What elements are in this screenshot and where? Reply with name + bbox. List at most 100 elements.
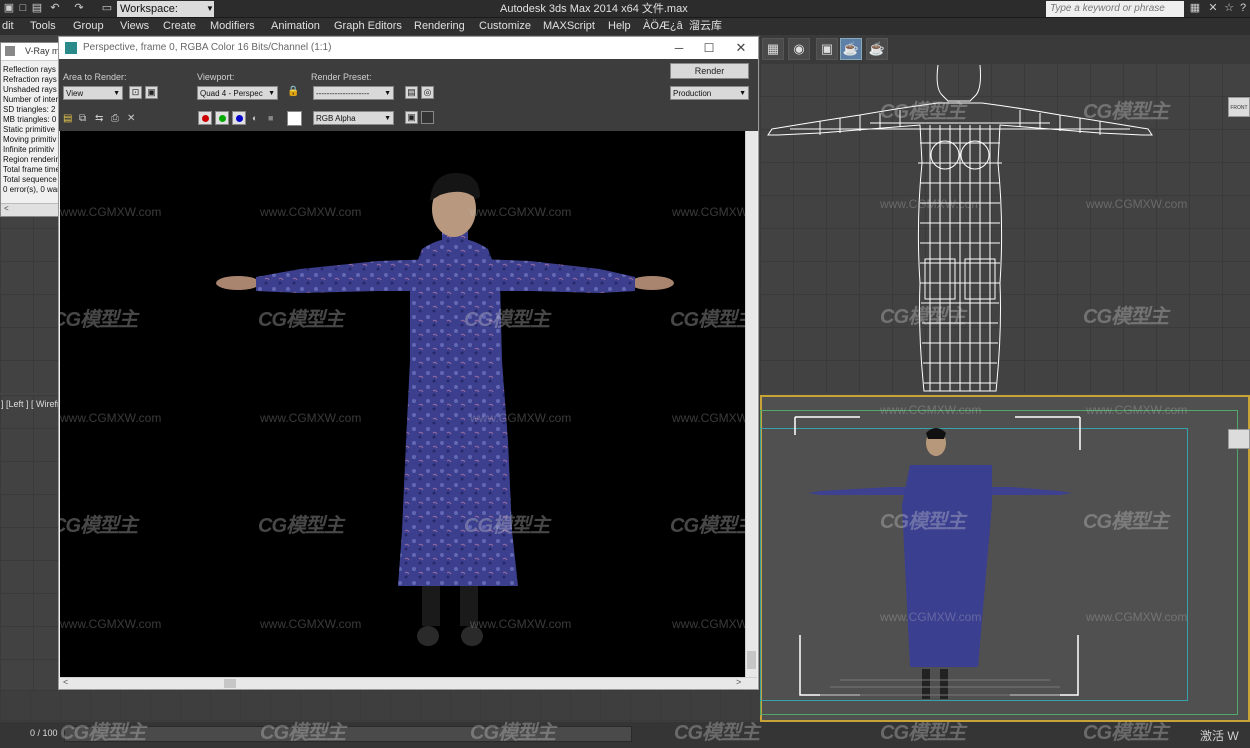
log-line: Region rendering <box>3 155 59 164</box>
watermark-url: www.CGMXW.com <box>1086 197 1188 211</box>
close-icon[interactable]: ✕ <box>731 37 751 59</box>
search-input[interactable]: Type a keyword or phrase <box>1046 1 1184 17</box>
scroll-thumb[interactable] <box>747 651 756 669</box>
help-icon[interactable]: ? <box>1236 2 1250 15</box>
binoculars-icon[interactable]: ▦ <box>1188 2 1202 15</box>
clear-icon[interactable]: ✕ <box>127 113 135 124</box>
redo-icon[interactable]: ↷ <box>72 2 86 15</box>
star-icon[interactable]: ☆ <box>1222 2 1236 15</box>
log-line: Refraction rays <box>3 75 57 84</box>
render-active-icon[interactable]: ☕ <box>866 38 888 60</box>
scroll-right-icon[interactable]: > <box>736 677 741 687</box>
render-setup-icon[interactable]: ▤ <box>405 86 418 99</box>
project-folder-icon[interactable]: ▭ <box>100 2 114 15</box>
workspace-dropdown[interactable]: Workspace: Default <box>117 1 214 31</box>
menu-animation[interactable]: Animation <box>271 20 320 33</box>
menu-edit[interactable]: dit <box>2 20 14 33</box>
green-channel-toggle[interactable] <box>215 111 229 125</box>
watermark-url: www.CGMXW.com <box>260 617 362 631</box>
vray-messages-window[interactable]: V-Ray m Reflection rays Refraction rays … <box>0 42 59 217</box>
viewport-perspective[interactable] <box>760 395 1250 722</box>
watermark-url: www.CGMXW.com <box>1086 403 1188 417</box>
log-line: Total sequence <box>3 175 57 184</box>
viewport-left[interactable]: ] [Left ] [ Wirefr <box>0 395 60 722</box>
lock-icon[interactable]: 🔒 <box>287 86 299 97</box>
render-setup-icon[interactable]: ▦ <box>762 38 784 60</box>
menu-tools[interactable]: Tools <box>30 20 56 33</box>
window-title: Autodesk 3ds Max 2014 x64 文件.max <box>500 3 688 15</box>
horizontal-scrollbar[interactable]: < > <box>60 677 757 689</box>
material-editor-icon[interactable]: ◉ <box>788 38 810 60</box>
render-button[interactable]: Render <box>670 63 749 79</box>
status-bar: 0 / 100 CG模型主 CG模型主 CG模型主 CG模型主 CG模型主 CG… <box>0 722 1250 748</box>
production-dropdown[interactable]: Production ▼ <box>670 86 749 100</box>
menu-customize[interactable]: Customize <box>479 20 531 33</box>
red-channel-toggle[interactable] <box>198 111 212 125</box>
blue-channel-toggle[interactable] <box>232 111 246 125</box>
vray-log-titlebar: V-Ray m <box>1 43 58 61</box>
main-toolbar: ▦ ◉ ▣ ☕ ☕ <box>760 35 1250 63</box>
render-preset-dropdown[interactable]: -------------------- ▼ <box>313 86 394 100</box>
tools-icon[interactable]: ✕ <box>1206 2 1220 15</box>
title-bar: ▣ □ ▤ ↶ ↷ ▭ Workspace: Default ▼ Autodes… <box>0 0 1250 31</box>
viewcube[interactable] <box>1228 429 1250 449</box>
menu-modifiers[interactable]: Modifiers <box>210 20 255 33</box>
watermark-url: www.CGMXW.com <box>470 205 572 219</box>
render-canvas[interactable]: CG模型主 CG模型主 CG模型主 CG模型主 www.CGMXW.com ww… <box>60 131 745 677</box>
copy-image-icon[interactable]: ⧉ <box>79 113 86 124</box>
color-swatch[interactable] <box>287 111 302 126</box>
minimize-icon[interactable]: ─ <box>669 37 689 59</box>
viewport-front[interactable]: FRONT <box>760 63 1250 393</box>
watermark-logo: CG模型主 <box>60 515 138 537</box>
channel-display-dropdown[interactable]: RGB Alpha ▼ <box>313 111 394 125</box>
auto-region-icon[interactable]: ▣ <box>145 86 158 99</box>
render-teapot-icon[interactable]: ☕ <box>840 38 862 60</box>
save-image-icon[interactable]: ▤ <box>63 113 72 124</box>
menu-group[interactable]: Group <box>73 20 104 33</box>
viewcube[interactable]: FRONT <box>1228 97 1250 117</box>
rendered-frame-window[interactable]: Perspective, frame 0, RGBA Color 16 Bits… <box>58 36 759 690</box>
area-to-render-label: Area to Render: <box>63 72 127 82</box>
menu-maxscript[interactable]: MAXScript <box>543 20 595 33</box>
watermark-url: www.CGMXW.com <box>260 411 362 425</box>
wireframe-model <box>767 64 1153 392</box>
viewport-label[interactable]: ] [Left ] [ Wirefr <box>1 399 60 409</box>
mono-toggle-icon[interactable]: ■ <box>268 113 273 123</box>
edit-region-icon[interactable]: ⊡ <box>129 86 142 99</box>
log-line: Total frame time <box>3 165 59 174</box>
menu-create[interactable]: Create <box>163 20 196 33</box>
frame-counter[interactable]: 0 / 100 <box>30 728 58 738</box>
menu-help[interactable]: Help <box>608 20 631 33</box>
display-alpha-icon[interactable] <box>421 111 434 124</box>
watermark-url: www.CGMXW.com <box>470 411 572 425</box>
viewport-label: Viewport: <box>197 72 235 82</box>
menu-graph-editors[interactable]: Graph Editors <box>334 20 402 33</box>
scroll-left-icon[interactable]: < <box>63 677 68 687</box>
render-window-icon <box>65 42 77 54</box>
chevron-down-icon: ▼ <box>739 90 746 97</box>
scroll-left-icon[interactable]: < <box>4 204 9 213</box>
maximize-icon[interactable]: ☐ <box>699 37 719 59</box>
menu-cloud-library[interactable]: 溜云库 <box>689 20 722 33</box>
render-frame-icon[interactable]: ▣ <box>816 38 838 60</box>
new-file-icon[interactable]: □ <box>16 2 30 15</box>
display-toggle-icon[interactable]: ▣ <box>405 111 418 124</box>
viewport-dropdown[interactable]: Quad 4 - Perspec ▼ <box>197 86 278 100</box>
menu-rendering[interactable]: Rendering <box>414 20 465 33</box>
log-scrollbar[interactable]: < <box>1 203 58 216</box>
alpha-toggle-icon[interactable]: ◐ <box>252 113 257 123</box>
undo-icon[interactable]: ↶ <box>48 2 62 15</box>
vertical-scrollbar[interactable] <box>745 131 757 677</box>
app-menu-icon[interactable]: ▣ <box>2 2 16 15</box>
menu-garbled[interactable]: ÀÖÆ¿â <box>643 20 683 33</box>
print-icon[interactable]: ⎙ <box>111 113 119 124</box>
save-icon[interactable]: ▤ <box>30 2 44 15</box>
chevron-down-icon[interactable]: ▼ <box>206 1 214 17</box>
menu-views[interactable]: Views <box>120 20 149 33</box>
scroll-thumb[interactable] <box>224 679 236 688</box>
environment-icon[interactable]: ◎ <box>421 86 434 99</box>
clone-window-icon[interactable]: ⇆ <box>95 113 103 124</box>
area-to-render-dropdown[interactable]: View ▼ <box>63 86 123 100</box>
log-line: 0 error(s), 0 warn <box>3 185 59 194</box>
rendered-character <box>216 173 674 646</box>
